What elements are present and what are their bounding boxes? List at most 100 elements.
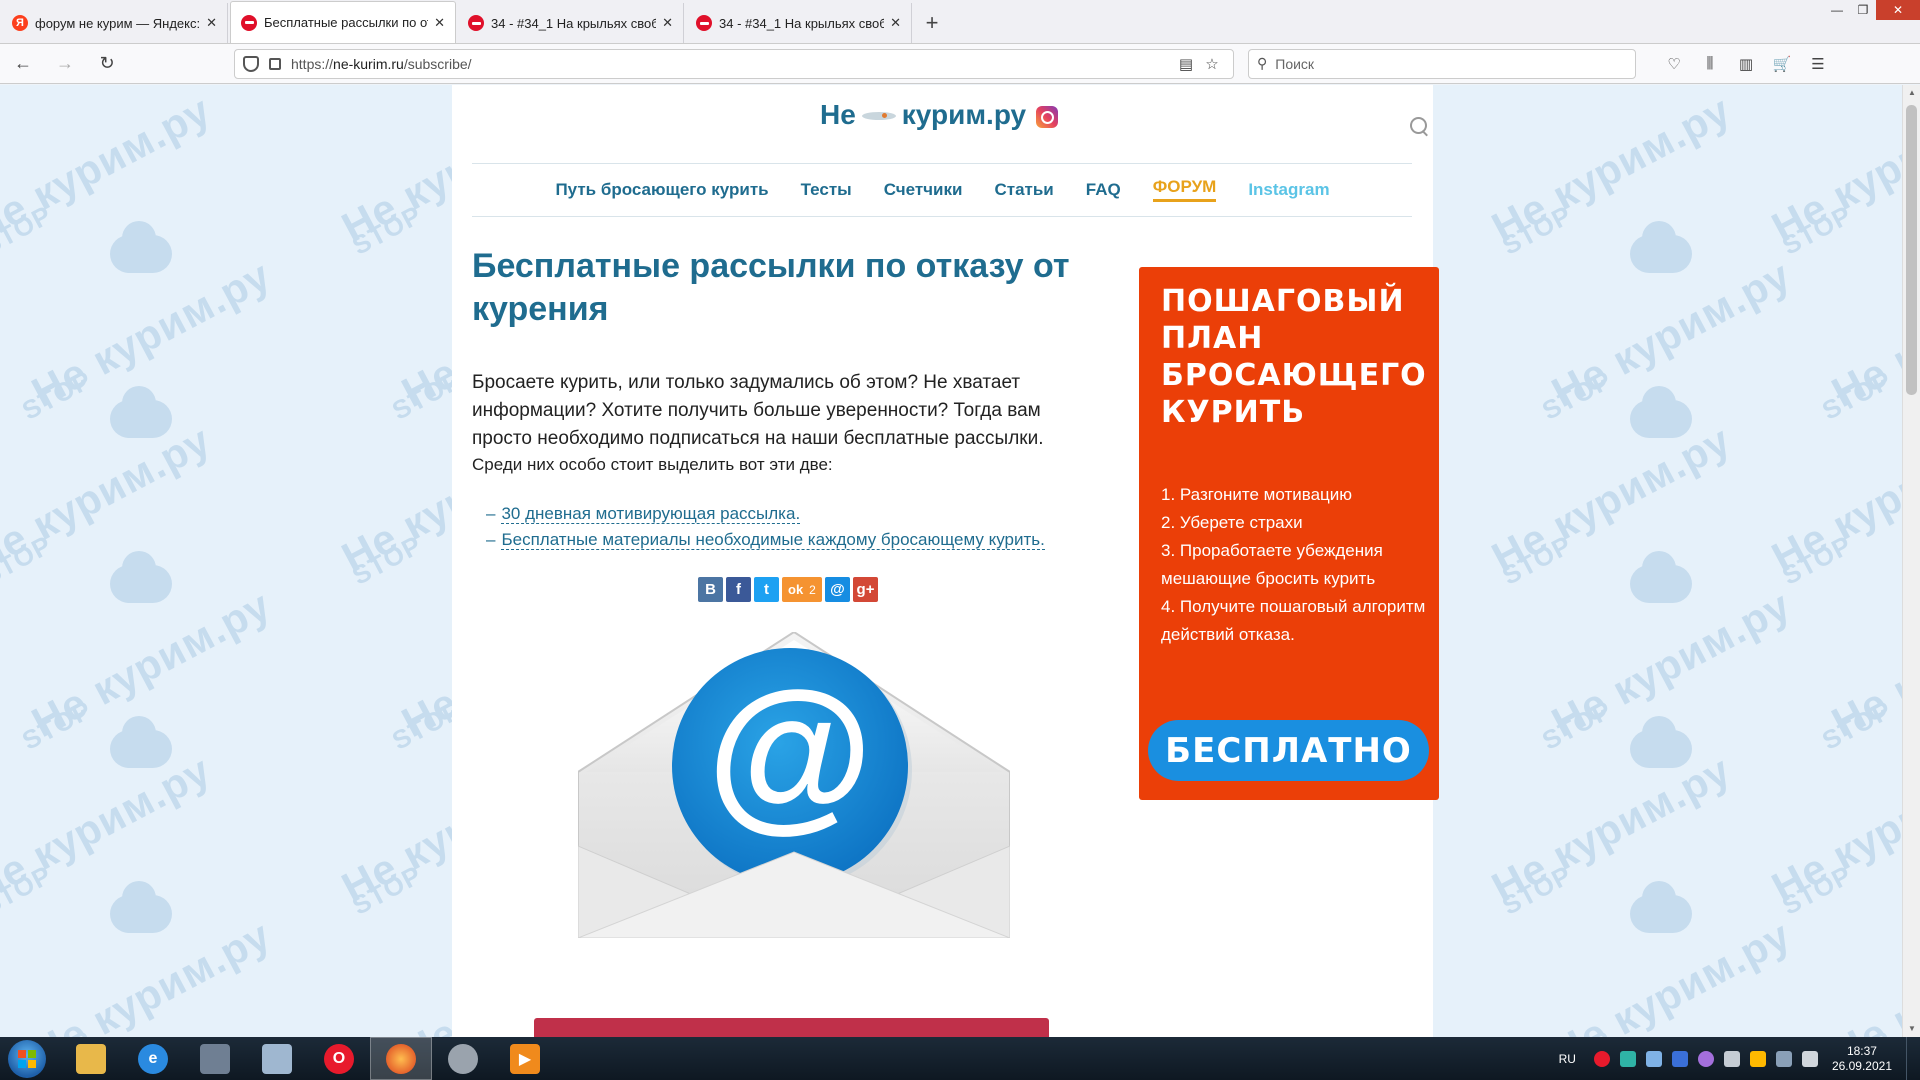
flag-icon[interactable] (1775, 1050, 1792, 1067)
minimize-icon[interactable]: — (1824, 0, 1850, 20)
tab-title: форум не курим — Яндекс: на (35, 15, 201, 31)
taskbar-network[interactable] (184, 1037, 246, 1080)
shield-icon[interactable] (243, 55, 259, 72)
odnoklassniki-share-button[interactable]: ok 2 (782, 577, 822, 602)
folder-icon (76, 1043, 106, 1074)
scroll-thumb[interactable] (1906, 105, 1917, 395)
main-menu: Путь бросающего курить Тесты Счетчики Ст… (452, 163, 1433, 216)
restore-icon[interactable]: ❐ (1850, 0, 1876, 20)
taskbar-player[interactable]: ▶ (494, 1037, 556, 1080)
volume-icon[interactable] (1801, 1050, 1818, 1067)
banner-steps: 1. Разгоните мотивацию 2. Уберете страхи… (1161, 481, 1431, 649)
email-envelope-illustration: @ (578, 632, 1010, 938)
pocket-icon[interactable]: ♡ (1656, 55, 1692, 73)
language-indicator[interactable]: RU (1559, 1052, 1576, 1066)
close-icon[interactable]: ✕ (890, 15, 901, 31)
taskbar-app[interactable] (246, 1037, 308, 1080)
browser-tab[interactable]: Я форум не курим — Яндекс: на ✕ (2, 3, 228, 43)
subscribe-block[interactable] (534, 1018, 1049, 1037)
tray-icon[interactable] (1619, 1050, 1636, 1067)
cloud-icon (110, 716, 172, 768)
site-logo[interactable]: Не курим.ру (820, 99, 1059, 131)
search-icon: ⚲ (1257, 55, 1268, 71)
newsletter-link-motivation[interactable]: 30 дневная мотивирующая рассылка. (501, 504, 801, 524)
lock-icon[interactable] (269, 57, 281, 70)
show-desktop-button[interactable] (1906, 1037, 1920, 1080)
address-bar[interactable]: https://ne-kurim.ru/subscribe/ ▤ ☆ (234, 48, 1234, 79)
quit-plan-banner[interactable]: ПОШАГОВЫЙ ПЛАН БРОСАЮЩЕГО КУРИТЬ 1. Разг… (1139, 267, 1439, 800)
scroll-up-icon[interactable]: ▲ (1903, 85, 1920, 101)
menu-item-counters[interactable]: Счетчики (868, 180, 979, 200)
tray-icon[interactable] (1697, 1050, 1714, 1067)
yandex-icon: Я (12, 15, 28, 31)
menu-item-faq[interactable]: FAQ (1070, 180, 1137, 200)
taskbar-ie[interactable]: e (122, 1037, 184, 1080)
page-title: Бесплатные рассылки по отказу от курения (472, 247, 1070, 328)
tray-icon[interactable] (1749, 1050, 1766, 1067)
facebook-share-button[interactable]: f (726, 577, 751, 602)
instagram-icon[interactable] (1036, 106, 1059, 128)
new-tab-button[interactable]: + (912, 3, 952, 43)
browser-toolbar: ← → ↻ https://ne-kurim.ru/subscribe/ ▤ ☆… (0, 44, 1920, 84)
internet-explorer-icon: e (138, 1043, 168, 1074)
browser-tab[interactable]: 34 - #34_1 На крыльях свобод ✕ (686, 3, 912, 43)
twitter-share-button[interactable]: t (754, 577, 779, 602)
menu-item-path[interactable]: Путь бросающего курить (539, 180, 784, 200)
cloud-icon (110, 386, 172, 438)
free-plan-button[interactable]: БЕСПЛАТНО (1148, 720, 1429, 781)
site-search-icon[interactable] (1410, 117, 1430, 137)
newsletter-link-materials[interactable]: Бесплатные материалы необходимые каждому… (501, 530, 1045, 550)
browser-tab-strip: Я форум не курим — Яндекс: на ✕ Бесплатн… (0, 0, 1920, 44)
scroll-down-icon[interactable]: ▼ (1903, 1021, 1920, 1037)
search-input[interactable]: ⚲ Поиск (1248, 48, 1636, 79)
cloud-icon (1630, 386, 1692, 438)
list-item: –30 дневная мотивирующая рассылка. (486, 504, 801, 524)
taskbar-media[interactable] (432, 1037, 494, 1080)
facebook-icon: f (736, 581, 741, 598)
googleplus-share-button[interactable]: g+ (853, 577, 878, 602)
page-scrollbar[interactable]: ▲ ▼ (1902, 85, 1920, 1037)
system-clock[interactable]: 18:37 26.09.2021 (1832, 1044, 1892, 1074)
bookmark-star-icon[interactable]: ☆ (1199, 55, 1225, 73)
url-text[interactable]: https://ne-kurim.ru/subscribe/ (291, 56, 1173, 72)
menu-item-articles[interactable]: Статьи (978, 180, 1069, 200)
banner-title: ПОШАГОВЫЙ ПЛАН БРОСАЮЩЕГО КУРИТЬ (1161, 284, 1427, 430)
menu-item-instagram[interactable]: Instagram (1232, 180, 1345, 200)
taskbar-firefox[interactable] (370, 1037, 432, 1080)
close-icon[interactable]: ✕ (434, 15, 445, 31)
browser-tab-active[interactable]: Бесплатные рассылки по отказ ✕ (230, 1, 456, 43)
list-item: 2. Уберете страхи (1161, 513, 1303, 532)
content-column: Не курим.ру Путь бросающего курить Тесты… (452, 85, 1439, 1037)
opera-tray-icon[interactable] (1593, 1050, 1610, 1067)
vk-icon: B (705, 581, 716, 598)
cloud-icon (1630, 881, 1692, 933)
start-button[interactable] (8, 1039, 46, 1078)
reader-view-icon[interactable]: ▤ (1173, 55, 1199, 73)
close-icon[interactable]: ✕ (662, 15, 673, 31)
cloud-icon (1630, 551, 1692, 603)
reload-icon[interactable]: ↻ (88, 49, 126, 79)
menu-item-forum[interactable]: ФОРУМ (1152, 177, 1217, 202)
cart-icon[interactable]: 🛒 (1764, 55, 1800, 73)
forward-icon[interactable]: → (46, 49, 84, 79)
sidebar-icon[interactable]: ▥ (1728, 55, 1764, 73)
tray-icon[interactable] (1671, 1050, 1688, 1067)
vk-share-button[interactable]: B (698, 577, 723, 602)
browser-tab[interactable]: 34 - #34_1 На крыльях свобод ✕ (458, 3, 684, 43)
menu-icon[interactable]: ☰ (1800, 55, 1836, 73)
network-tray-icon[interactable] (1723, 1050, 1740, 1067)
library-icon[interactable]: ⫼ (1692, 55, 1728, 73)
close-icon[interactable]: ✕ (206, 15, 217, 31)
bird-icon (861, 108, 896, 122)
search-placeholder: Поиск (1275, 55, 1315, 72)
taskbar-explorer[interactable] (60, 1037, 122, 1080)
close-window-icon[interactable]: ✕ (1876, 0, 1920, 20)
tray-icon[interactable] (1645, 1050, 1662, 1067)
newsletter-links: –30 дневная мотивирующая рассылка. – Бесп… (472, 501, 1112, 553)
menu-item-tests[interactable]: Тесты (785, 180, 868, 200)
logo-text-right: курим.ру (901, 99, 1027, 130)
list-item: 1. Разгоните мотивацию (1161, 485, 1353, 504)
taskbar-opera[interactable]: O (308, 1037, 370, 1080)
back-icon[interactable]: ← (4, 49, 42, 79)
mailru-share-button[interactable]: @ (825, 577, 850, 602)
